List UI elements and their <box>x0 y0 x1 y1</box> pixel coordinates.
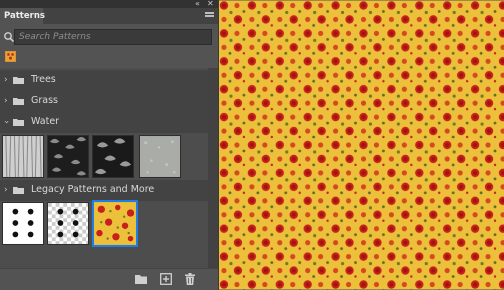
panel-top-strip: « ✕ <box>0 0 218 8</box>
search-input[interactable] <box>15 30 211 44</box>
group-row-grass[interactable]: › Grass <box>0 91 208 112</box>
pattern-preset-icon[interactable] <box>5 51 16 62</box>
pattern-thumb-water-4[interactable] <box>139 135 181 178</box>
group-label-grass: Grass <box>31 95 58 106</box>
folder-icon <box>13 119 24 126</box>
search-row <box>0 28 218 46</box>
pattern-thumb-dots-white[interactable] <box>2 202 44 245</box>
folder-icon <box>13 98 24 105</box>
panel-header: Patterns <box>0 8 218 24</box>
panel-bottom-bar <box>0 268 218 290</box>
preset-row <box>0 47 218 65</box>
new-pattern-icon[interactable] <box>160 273 172 285</box>
folder-icon <box>13 187 24 194</box>
group-row-legacy-patterns[interactable]: › Legacy Patterns and More <box>0 180 208 201</box>
group-label-water: Water <box>31 116 60 127</box>
pizza-pattern-canvas[interactable] <box>218 0 504 290</box>
group-label-trees: Trees <box>31 74 56 85</box>
hamburger-icon[interactable] <box>205 12 214 20</box>
chevron-right-icon[interactable]: › <box>4 75 8 85</box>
tab-patterns[interactable]: Patterns <box>0 8 45 24</box>
pattern-thumb-water-3[interactable] <box>92 135 134 178</box>
chevron-right-icon[interactable]: › <box>4 185 8 195</box>
group-row-trees[interactable]: › Trees <box>0 70 208 91</box>
chevron-right-icon[interactable]: › <box>4 96 8 106</box>
pattern-thumb-dots-transparent[interactable] <box>47 202 89 245</box>
pattern-thumb-water-2[interactable] <box>47 135 89 178</box>
scrollbar[interactable] <box>208 68 218 268</box>
pattern-list: › Trees › Grass › Water › Legacy Pattern… <box>0 68 208 268</box>
chevron-down-icon[interactable]: › <box>1 120 11 124</box>
search-box <box>14 29 212 45</box>
patterns-panel: « ✕ Patterns › Trees › <box>0 0 218 290</box>
group-row-water[interactable]: › Water <box>0 112 208 133</box>
pattern-thumb-water-1[interactable] <box>2 135 44 178</box>
pattern-thumb-pizza-selected[interactable] <box>92 200 138 247</box>
new-group-icon[interactable] <box>135 273 147 285</box>
group-label-legacy: Legacy Patterns and More <box>31 184 155 195</box>
folder-icon <box>13 77 24 84</box>
trash-icon[interactable] <box>184 273 196 285</box>
